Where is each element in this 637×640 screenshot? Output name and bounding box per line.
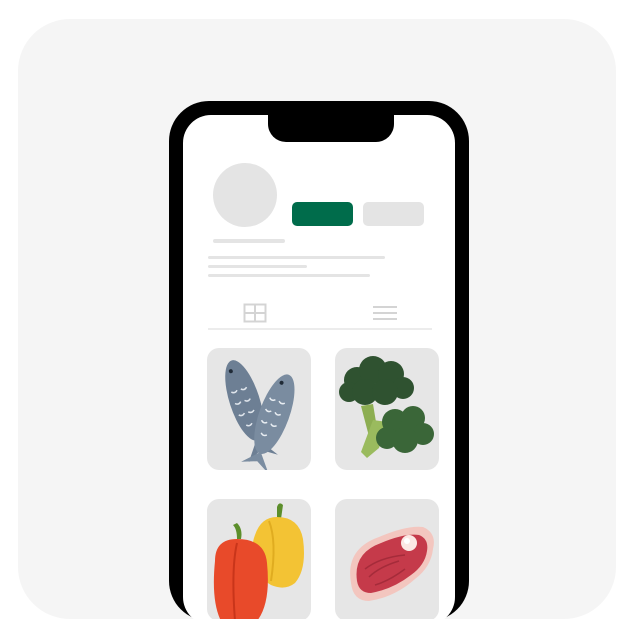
list-icon (373, 306, 397, 320)
grid-icon (243, 303, 267, 323)
post-tile-steak[interactable] (335, 499, 439, 619)
post-tile-broccoli[interactable] (335, 348, 439, 470)
bio-line-2 (208, 265, 307, 268)
message-button[interactable] (363, 202, 424, 226)
tab-grid[interactable] (243, 303, 267, 323)
tabs-divider (208, 328, 432, 330)
follow-button[interactable] (292, 202, 353, 226)
phone-notch (268, 115, 394, 142)
card-background (18, 19, 616, 619)
post-tile-fish[interactable] (207, 348, 311, 470)
tab-list[interactable] (373, 303, 397, 323)
bio-line-3 (208, 274, 370, 277)
profile-name-placeholder (213, 239, 285, 243)
steak-icon (350, 526, 434, 601)
bio-line-1 (208, 256, 385, 259)
post-tile-peppers[interactable] (207, 499, 311, 619)
phone-screen (183, 115, 455, 619)
broccoli-icon (339, 356, 434, 458)
avatar[interactable] (213, 163, 277, 227)
fish-icon (225, 360, 295, 470)
phone-frame (169, 101, 469, 619)
bell-peppers-icon (213, 503, 304, 619)
